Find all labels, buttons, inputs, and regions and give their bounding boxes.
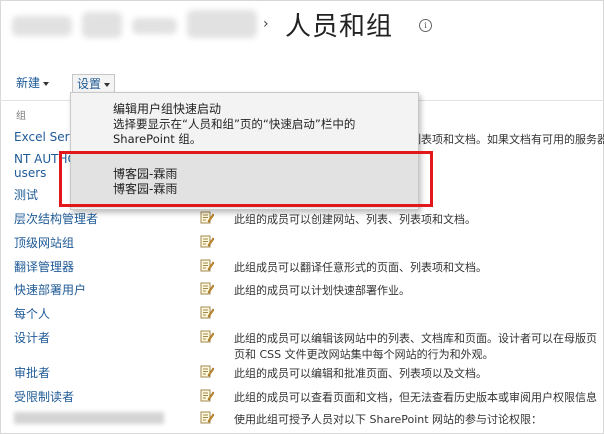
menu-item-title: 编辑用户组快速启动 <box>113 102 222 116</box>
table-row: 设计者 此组的成员可以编辑该网站中的列表、文档库和页面。设计者可以在母版页 页和… <box>0 329 604 363</box>
group-description-line2: 页和 CSS 文件更改网站集中每个网站的行为和外观。 <box>234 348 494 361</box>
settings-menu-button[interactable]: 设置 <box>72 74 116 94</box>
info-icon[interactable]: i <box>419 19 432 32</box>
edit-icon[interactable] <box>200 210 215 224</box>
highlight-annotation-box <box>59 151 433 207</box>
group-description: 此组的成员可以创建网站、列表、列表项和文档。 <box>234 213 476 226</box>
edit-icon[interactable] <box>200 258 215 272</box>
group-name-link[interactable]: 设计者 <box>14 329 50 346</box>
group-description: 使用此组可授予人员对以下 SharePoint 网站的参与讨论权限： <box>234 413 543 426</box>
blurred-breadcrumb <box>12 10 267 40</box>
group-name-link[interactable]: 顶级网站组 <box>14 234 74 251</box>
settings-menu-label: 设置 <box>77 77 102 91</box>
breadcrumb-separator: › <box>263 16 269 32</box>
table-row: 审批者 此组的成员可以编辑和批准页面、列表项以及文档。 <box>0 364 604 386</box>
table-row: 层次结构管理者 此组的成员可以创建网站、列表、列表项和文档。 <box>0 210 604 232</box>
table-row: 快速部署用户 此组的成员可以计划快速部署作业。 <box>0 281 604 303</box>
menu-item-description: 选择要显示在“人员和组”页的“快速启动”栏中的 SharePoint 组。 <box>113 117 356 146</box>
table-row: 顶级网站组 <box>0 234 604 256</box>
group-name-link[interactable]: 每个人 <box>14 305 50 322</box>
group-name-link[interactable]: 受限制读者 <box>14 388 74 405</box>
edit-icon[interactable] <box>200 234 215 248</box>
new-menu-button[interactable]: 新建 <box>16 74 50 91</box>
edit-icon[interactable] <box>200 364 215 378</box>
blurred-group-name[interactable] <box>14 412 164 424</box>
group-description: 此组的成员可以计划快速部署作业。 <box>234 284 410 297</box>
table-row: 每个人 <box>0 305 604 327</box>
group-description: 此组成员可以翻译任意形式的页面、列表项和文档。 <box>234 261 487 274</box>
group-description: 此组的成员可以查看页面和文档，但无法查看历史版本或审阅用户权限信息 <box>234 391 597 404</box>
group-name-link-line2[interactable]: users <box>14 166 46 180</box>
page-title: 人员和组 <box>285 12 394 42</box>
new-menu-label: 新建 <box>16 76 41 90</box>
group-name-link[interactable]: 快速部署用户 <box>14 281 86 298</box>
table-row: 翻译管理器 此组成员可以翻译任意形式的页面、列表项和文档。 <box>0 258 604 280</box>
edit-icon[interactable] <box>200 305 215 319</box>
table-row: 使用此组可授予人员对以下 SharePoint 网站的参与讨论权限： <box>0 410 604 432</box>
group-name-link[interactable]: 翻译管理器 <box>14 258 74 275</box>
group-description: 此组的成员可以编辑和批准页面、列表项以及文档。 <box>234 367 487 380</box>
column-header-group: 组 <box>16 111 26 122</box>
table-row: 受限制读者 此组的成员可以查看页面和文档，但无法查看历史版本或审阅用户权限信息 <box>0 388 604 410</box>
group-name-link[interactable]: 层次结构管理者 <box>14 210 98 227</box>
edit-icon[interactable] <box>200 388 215 402</box>
edit-icon[interactable] <box>200 410 215 424</box>
edit-icon[interactable] <box>200 281 215 295</box>
group-name-link[interactable]: 审批者 <box>14 364 50 381</box>
menu-item-edit-quick-launch[interactable]: 编辑用户组快速启动 选择要显示在“人员和组”页的“快速启动”栏中的 ShareP… <box>71 93 418 148</box>
group-name-link[interactable]: 测试 <box>14 186 38 203</box>
group-description: 此组的成员可以编辑该网站中的列表、文档库和页面。设计者可以在母版页 <box>234 332 597 345</box>
chevron-down-icon <box>104 82 111 87</box>
edit-icon[interactable] <box>200 329 215 343</box>
chevron-down-icon <box>43 81 50 86</box>
